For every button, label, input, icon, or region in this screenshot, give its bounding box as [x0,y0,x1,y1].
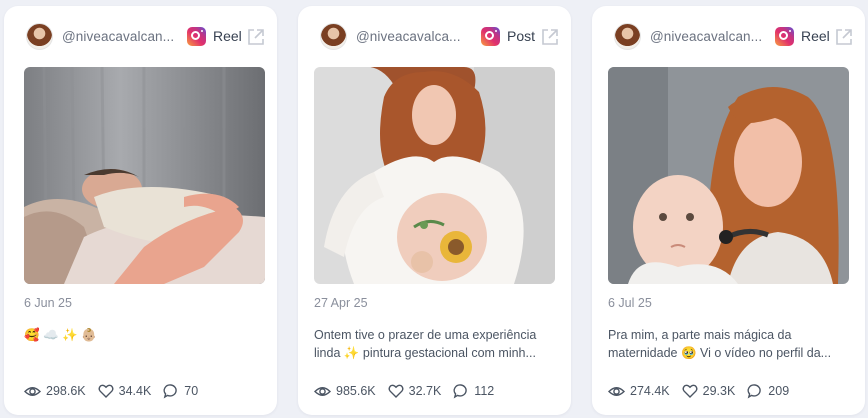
post-date: 6 Jun 25 [24,296,72,310]
heart-icon [388,384,404,398]
comment-icon [747,384,762,399]
caption-line: 🥰 ☁️ ✨ 👶🏼 [24,328,97,342]
views-stat: 298.6K [24,383,86,400]
post-date: 6 Jul 25 [608,296,652,310]
avatar[interactable] [26,23,53,50]
avatar[interactable] [614,23,641,50]
account-handle[interactable]: @niveacavalcan... [650,29,772,44]
views-count: 985.6K [336,384,376,398]
post-thumbnail[interactable] [24,67,265,284]
views-count: 274.4K [630,384,670,398]
eye-icon [314,386,331,396]
post-card[interactable]: @niveacavalcan... Reel 6 Jul 25 Pra mim,… [592,6,865,415]
pregnant-belly-painting-image [314,67,555,284]
likes-stat: 29.3K [682,383,736,399]
comments-count: 209 [768,384,790,398]
caption-line: maternidade 🥹 Vi o vídeo no perfil da... [608,346,832,360]
heart-icon [98,384,114,398]
eye-icon [608,386,625,396]
views-stat: 985.6K [314,383,376,400]
avatar[interactable] [320,23,347,50]
views-count: 298.6K [46,384,86,398]
post-card[interactable]: @niveacavalca... Post 27 Apr 25 Ontem ti… [298,6,571,415]
caption-line: Pra mim, a parte mais mágica da [608,328,792,342]
likes-count: 34.4K [118,384,152,398]
post-date: 27 Apr 25 [314,296,368,310]
caption-line: Ontem tive o prazer de uma experiência [314,328,537,342]
post-stats: 274.4K 29.3K 209 [608,382,801,400]
mother-and-baby-image [608,67,849,284]
heart-icon [682,384,698,398]
likes-count: 29.3K [702,384,736,398]
comment-icon [453,384,468,399]
likes-stat: 32.7K [388,383,442,399]
post-caption: Pra mim, a parte mais mágica da maternid… [608,326,846,362]
post-card[interactable]: @niveacavalcan... Reel 6 Jun 25 🥰 ☁️ ✨ 👶… [4,6,277,415]
card-header: @niveacavalca... Post [298,6,571,66]
comments-count: 112 [474,384,495,398]
instagram-icon [187,27,206,46]
caption-line: linda ✨ pintura gestacional com minh... [314,346,536,360]
comments-stat: 70 [163,383,198,399]
instagram-icon [481,27,500,46]
baby-sleeping-image [24,67,265,284]
comments-count: 70 [184,384,199,398]
account-handle[interactable]: @niveacavalcan... [62,29,184,44]
post-type-label: Post [507,28,536,44]
post-stats: 298.6K 34.4K 70 [24,382,210,400]
eye-icon [24,386,41,396]
instagram-icon [775,27,794,46]
card-header: @niveacavalcan... Reel [4,6,277,66]
post-thumbnail[interactable] [608,67,849,284]
post-caption: Ontem tive o prazer de uma experiência l… [314,326,552,362]
external-link-icon[interactable] [834,27,854,47]
likes-stat: 34.4K [98,383,152,399]
post-type-label: Reel [213,28,242,44]
external-link-icon[interactable] [246,27,266,47]
card-header: @niveacavalcan... Reel [592,6,865,66]
views-stat: 274.4K [608,383,670,400]
post-thumbnail[interactable] [314,67,555,284]
comments-stat: 112 [453,383,494,399]
likes-count: 32.7K [408,384,442,398]
post-type-label: Reel [801,28,830,44]
comment-icon [163,384,178,399]
post-caption: 🥰 ☁️ ✨ 👶🏼 [24,326,262,344]
post-stats: 985.6K 32.7K 112 [314,382,506,400]
comments-stat: 209 [747,383,789,399]
external-link-icon[interactable] [540,27,560,47]
account-handle[interactable]: @niveacavalca... [356,29,478,44]
